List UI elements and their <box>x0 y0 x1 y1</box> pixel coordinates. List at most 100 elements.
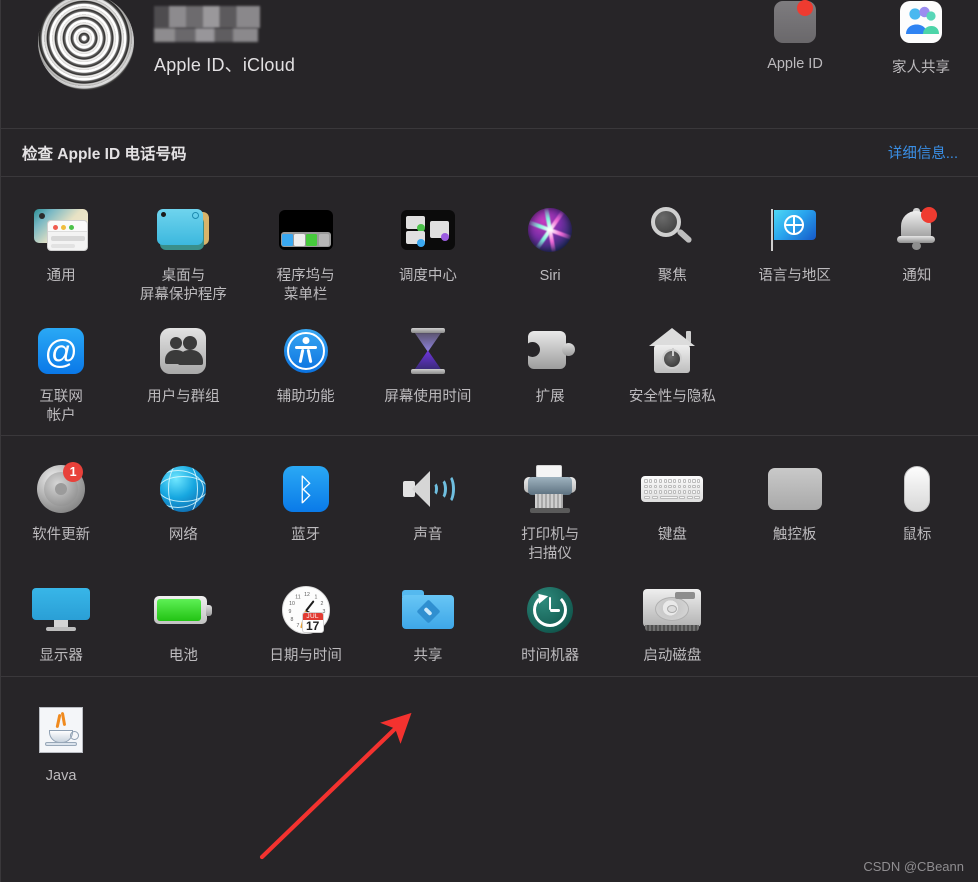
pref-item-spotlight[interactable]: 聚焦 <box>611 189 733 304</box>
language-region-icon <box>770 209 819 251</box>
software-update-count-badge: 1 <box>63 462 84 483</box>
apple-logo-icon <box>774 0 816 43</box>
pref-item-bluetooth[interactable]: ᛒ 蓝牙 <box>245 448 367 563</box>
pref-item-label: 调度中心 <box>398 268 457 284</box>
pref-item-trackpad[interactable]: 触控板 <box>734 448 856 563</box>
notifications-bell-icon <box>894 207 940 252</box>
pref-item-sound[interactable]: 声音 <box>367 448 489 563</box>
desktop-screensaver-icon <box>157 207 210 253</box>
pref-item-label: 扩展 <box>535 389 565 406</box>
svg-text:8: 8 <box>290 617 293 623</box>
pref-item-label: 键盘 <box>657 527 687 544</box>
pref-item-mission-control[interactable]: 调度中心 <box>367 189 489 304</box>
pref-item-label: 安全性与隐私 <box>628 389 716 406</box>
account-name-redacted <box>154 6 295 42</box>
pref-item-label: 软件更新 <box>32 527 91 544</box>
pref-item-label: Java <box>45 767 77 784</box>
pref-item-keyboard[interactable]: 键盘 <box>611 448 733 563</box>
pref-item-dock-menubar[interactable]: 程序坞与 菜单栏 <box>245 189 367 304</box>
preferences-section-personal: 通用 桌面与 屏幕保护程序 程序坞与 菜单栏 调度中心 Siri 聚焦 语言与地… <box>0 176 978 435</box>
pref-item-language-region[interactable]: 语言与地区 <box>734 189 856 304</box>
bluetooth-icon: ᛒ <box>282 466 329 513</box>
displays-icon <box>32 588 91 632</box>
account-text-block: Apple ID、iCloud <box>154 0 295 77</box>
pref-item-general[interactable]: 通用 <box>0 189 122 304</box>
pref-item-label: 聚焦 <box>657 268 687 284</box>
pref-item-date-time[interactable]: 121 23 45 67 89 1011 JUL <box>245 569 367 666</box>
pref-item-internet-accounts[interactable]: @ 互联网 帐户 <box>0 310 122 425</box>
pref-item-label: 显示器 <box>39 648 83 665</box>
pref-item-label: 网络 <box>168 527 198 544</box>
accessibility-icon <box>283 329 328 374</box>
calendar-badge: JUL 17 <box>301 612 324 634</box>
apple-id-notice-bar: 检查 Apple ID 电话号码 详细信息... <box>0 128 978 176</box>
pref-item-label: Siri <box>539 268 561 284</box>
java-icon <box>39 706 84 753</box>
svg-text:10: 10 <box>289 601 295 607</box>
header-tiles: Apple ID 家人共享 <box>756 0 960 77</box>
svg-text:7: 7 <box>296 623 299 629</box>
fingerprint-avatar[interactable] <box>38 0 134 90</box>
pref-item-label: 时间机器 <box>521 648 580 665</box>
pref-tile-apple-id[interactable]: Apple ID <box>756 0 834 77</box>
pref-item-software-update[interactable]: 1 软件更新 <box>0 448 122 563</box>
notice-details-link[interactable]: 详细信息... <box>888 142 958 163</box>
watermark-text: CSDN @CBeann <box>863 859 964 874</box>
pref-item-displays[interactable]: 显示器 <box>0 569 122 666</box>
internet-accounts-icon: @ <box>38 328 85 375</box>
date-time-icon: 121 23 45 67 89 1011 JUL <box>281 586 330 635</box>
pref-item-label: 电池 <box>168 648 198 665</box>
pref-item-network[interactable]: 网络 <box>122 448 244 563</box>
pref-item-startup-disk[interactable]: 启动磁盘 <box>611 569 733 666</box>
pref-item-security-privacy[interactable]: 安全性与隐私 <box>611 310 733 425</box>
battery-icon <box>154 596 213 625</box>
pref-item-mouse[interactable]: 鼠标 <box>856 448 978 563</box>
pref-item-label: 打印机与 扫描仪 <box>521 527 580 562</box>
svg-text:9: 9 <box>288 609 291 615</box>
screen-time-icon <box>410 328 445 375</box>
dock-menubar-icon <box>278 210 333 250</box>
calendar-day: 17 <box>305 619 320 634</box>
system-preferences-window: Apple ID、iCloud Apple ID 家人共享 检查 Apple I… <box>0 0 978 882</box>
pref-tile-label: 家人共享 <box>892 60 950 76</box>
pref-item-siri[interactable]: Siri <box>489 189 611 304</box>
mouse-icon <box>903 466 930 513</box>
printers-scanners-icon <box>524 465 577 514</box>
mission-control-icon <box>400 210 455 250</box>
pref-item-notifications[interactable]: 通知 <box>856 189 978 304</box>
pref-item-time-machine[interactable]: 时间机器 <box>489 569 611 666</box>
pref-item-desktop-screensaver[interactable]: 桌面与 屏幕保护程序 <box>122 189 244 304</box>
pref-item-battery[interactable]: 电池 <box>122 569 244 666</box>
extensions-puzzle-icon <box>525 329 576 373</box>
apple-id-alert-badge <box>797 0 813 16</box>
pref-item-label: 触控板 <box>772 527 817 544</box>
pref-item-label: 互联网 帐户 <box>39 389 83 424</box>
preferences-section-other: Java <box>0 675 978 796</box>
pref-item-printers-scanners[interactable]: 打印机与 扫描仪 <box>489 448 611 563</box>
account-identity[interactable]: Apple ID、iCloud <box>22 0 295 90</box>
pref-item-label: 辅助功能 <box>276 389 335 406</box>
pref-item-label: 鼠标 <box>902 527 932 544</box>
svg-text:11: 11 <box>295 595 300 601</box>
pref-item-java[interactable]: Java <box>0 689 122 786</box>
pref-tile-family-sharing[interactable]: 家人共享 <box>882 0 960 77</box>
preferences-section-hardware: 1 软件更新 网络 ᛒ 蓝牙 声音 打印机与 扫描仪 键盘 触控板 鼠标 显示器… <box>0 435 978 676</box>
svg-text:2: 2 <box>320 601 323 607</box>
pref-item-users-groups[interactable]: 用户与群组 <box>122 310 244 425</box>
pref-item-label: 桌面与 屏幕保护程序 <box>139 268 227 303</box>
pref-item-label: 日期与时间 <box>269 648 342 665</box>
pref-item-sharing[interactable]: 共享 <box>367 569 489 666</box>
pref-item-label: 共享 <box>413 648 443 665</box>
pref-item-accessibility[interactable]: 辅助功能 <box>245 310 367 425</box>
software-update-icon: 1 <box>37 462 86 514</box>
pref-item-label: 通知 <box>902 268 932 284</box>
pref-item-extensions[interactable]: 扩展 <box>489 310 611 425</box>
preferences-grid: Java <box>0 689 978 786</box>
pref-item-screen-time[interactable]: 屏幕使用时间 <box>367 310 489 425</box>
svg-text:1: 1 <box>314 595 317 601</box>
pref-item-label: 屏幕使用时间 <box>384 389 472 406</box>
pref-item-label: 语言与地区 <box>758 268 831 284</box>
spotlight-icon <box>649 207 695 253</box>
trackpad-icon <box>767 468 822 511</box>
family-sharing-icon <box>900 1 942 43</box>
